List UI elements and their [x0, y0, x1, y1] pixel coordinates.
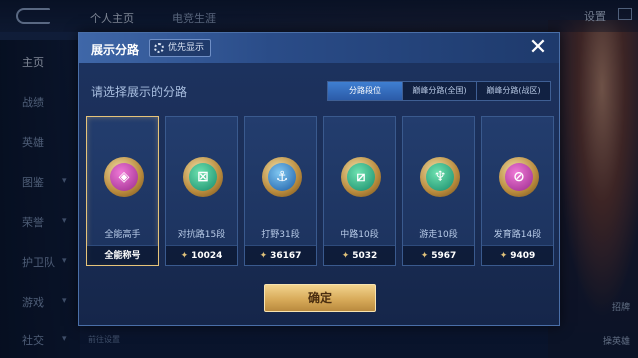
lane-emblem-icon: ◈	[104, 157, 144, 197]
close-icon[interactable]: ✕	[527, 37, 549, 59]
card-foot-value: 5967	[431, 251, 457, 261]
lane-emblem-icon: ♆	[420, 157, 460, 197]
card-foot: ✦ 10024	[166, 245, 237, 265]
display-lane-dialog: 展示分路 优先显示 ✕ 请选择展示的分路 分路段位 巅峰分路(全国) 巅峰分路(…	[78, 32, 560, 326]
tab-peak-national[interactable]: 巅峰分路(全国)	[402, 82, 476, 100]
tab-lane-rank[interactable]: 分路段位	[328, 82, 402, 100]
card-foot-value: 9409	[510, 251, 536, 261]
card-foot: ✦ 5967	[403, 245, 474, 265]
lane-card-roam[interactable]: ♆ 游走10段 ✦ 5967	[402, 116, 475, 266]
clash-lane-icon: ⊠	[189, 163, 217, 191]
power-icon: ✦	[499, 251, 508, 261]
lane-emblem-icon: ⚓	[262, 157, 302, 197]
confirm-button[interactable]: 确定	[264, 284, 376, 312]
lane-card-mid[interactable]: ⧄ 中路10段 ✦ 5032	[323, 116, 396, 266]
lane-emblem-icon: ⊠	[183, 157, 223, 197]
roam-icon: ♆	[426, 163, 454, 191]
lane-card-clash[interactable]: ⊠ 对抗路15段 ✦ 10024	[165, 116, 238, 266]
lane-type-segmented-control: 分路段位 巅峰分路(全国) 巅峰分路(战区)	[327, 81, 551, 101]
tab-peak-region[interactable]: 巅峰分路(战区)	[476, 82, 550, 100]
lane-card-all-round[interactable]: ◈ 全能高手 全能称号	[86, 116, 159, 266]
card-foot: ✦ 36167	[245, 245, 316, 265]
card-label: 对抗路15段	[177, 230, 226, 240]
dialog-title: 展示分路	[91, 43, 140, 57]
card-label: 发育路14段	[493, 230, 542, 240]
card-foot-value: 10024	[191, 251, 223, 261]
select-prompt: 请选择展示的分路	[91, 85, 188, 99]
card-label: 游走10段	[419, 230, 458, 240]
card-foot-value: 5032	[352, 251, 378, 261]
power-icon: ✦	[341, 251, 350, 261]
lane-card-farm[interactable]: ⊘ 发育路14段 ✦ 9409	[481, 116, 554, 266]
lane-card-list: ◈ 全能高手 全能称号 ⊠ 对抗路15段 ✦ 10024 ⚓ 打野31段 ✦ 361…	[86, 116, 556, 266]
priority-display-label: 优先显示	[168, 43, 205, 53]
lane-card-jungle[interactable]: ⚓ 打野31段 ✦ 36167	[244, 116, 317, 266]
lane-emblem-icon: ⊘	[499, 157, 539, 197]
all-round-icon: ◈	[110, 163, 138, 191]
card-foot: 全能称号	[87, 245, 158, 265]
power-icon: ✦	[180, 251, 189, 261]
gear-icon	[154, 43, 164, 53]
card-label: 中路10段	[340, 230, 379, 240]
mid-lane-icon: ⧄	[347, 163, 375, 191]
card-foot: ✦ 5032	[324, 245, 395, 265]
card-label: 打野31段	[261, 230, 300, 240]
jungle-icon: ⚓	[268, 163, 296, 191]
card-foot-value: 全能称号	[104, 251, 141, 261]
card-foot-value: 36167	[270, 251, 302, 261]
card-foot: ✦ 9409	[482, 245, 553, 265]
lane-emblem-icon: ⧄	[341, 157, 381, 197]
card-label: 全能高手	[104, 230, 141, 240]
priority-display-button[interactable]: 优先显示	[149, 39, 212, 57]
farm-lane-icon: ⊘	[505, 163, 533, 191]
dialog-header: 展示分路 优先显示 ✕	[79, 33, 559, 63]
power-icon: ✦	[420, 251, 429, 261]
power-icon: ✦	[259, 251, 268, 261]
